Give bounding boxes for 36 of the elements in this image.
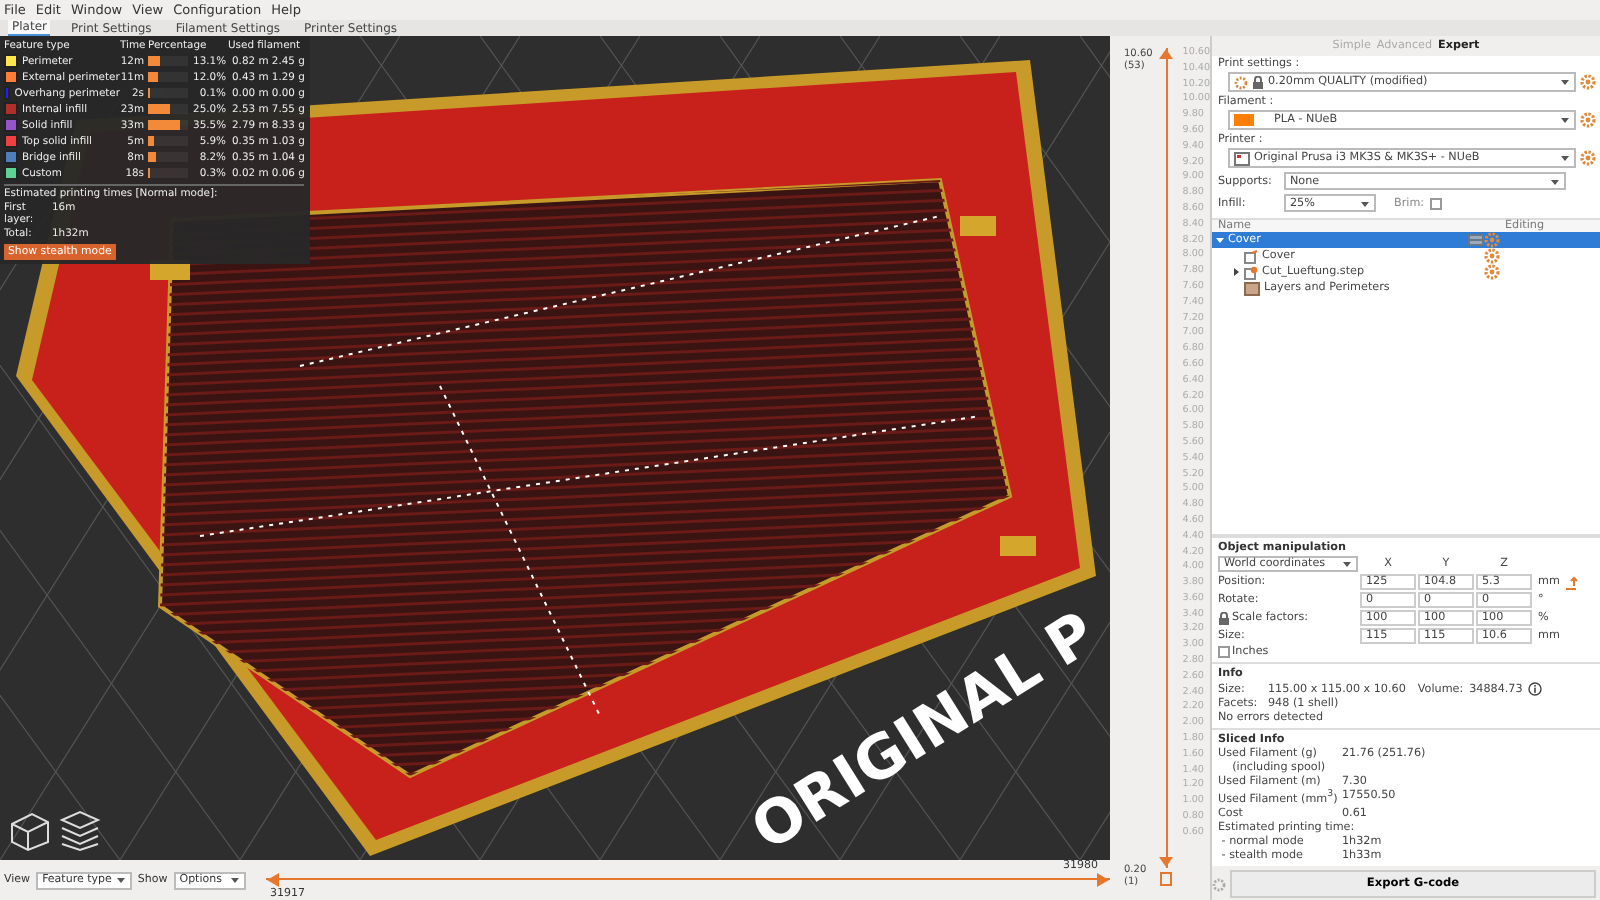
caret-icon <box>1342 560 1352 569</box>
part-icon <box>1244 249 1258 263</box>
gear-icon <box>1212 877 1226 891</box>
layers-icon[interactable] <box>58 808 102 852</box>
gear-icon <box>1234 75 1248 89</box>
lock-icon <box>1252 75 1264 89</box>
printer-icon <box>1234 151 1250 165</box>
lock-icon <box>1218 611 1230 626</box>
layers-editing-icon[interactable] <box>1468 234 1484 246</box>
caret-icon <box>1360 199 1370 207</box>
gear-icon[interactable] <box>1484 248 1500 264</box>
slider-handle[interactable] <box>1158 856 1175 868</box>
brim-checkbox[interactable] <box>1430 197 1443 209</box>
caret-icon <box>1560 78 1570 86</box>
inches-checkbox[interactable] <box>1218 646 1230 659</box>
horizontal-slider-track[interactable] <box>266 872 1110 888</box>
cube-icon[interactable] <box>8 808 52 852</box>
caret-icon <box>115 876 126 884</box>
expand-arrow-icon <box>1216 236 1224 244</box>
caret-icon <box>1560 154 1570 162</box>
gear-icon[interactable] <box>1580 150 1596 166</box>
gear-icon[interactable] <box>1580 74 1596 90</box>
drop-to-bed-icon <box>1563 575 1578 590</box>
caret-icon <box>1560 116 1570 124</box>
caret-icon <box>230 876 240 884</box>
caret-icon <box>1550 177 1560 185</box>
collapse-arrow-icon <box>1232 268 1240 276</box>
lock-icon[interactable] <box>1158 872 1175 886</box>
gear-icon[interactable] <box>1484 232 1500 248</box>
gear-icon[interactable] <box>1580 112 1596 128</box>
slider-handle[interactable] <box>266 872 280 888</box>
slider-handle[interactable] <box>1158 48 1175 60</box>
info-icon <box>1528 682 1543 697</box>
layers-settings-icon <box>1244 281 1260 295</box>
modifier-icon <box>1244 265 1258 279</box>
gear-icon[interactable] <box>1484 264 1500 280</box>
